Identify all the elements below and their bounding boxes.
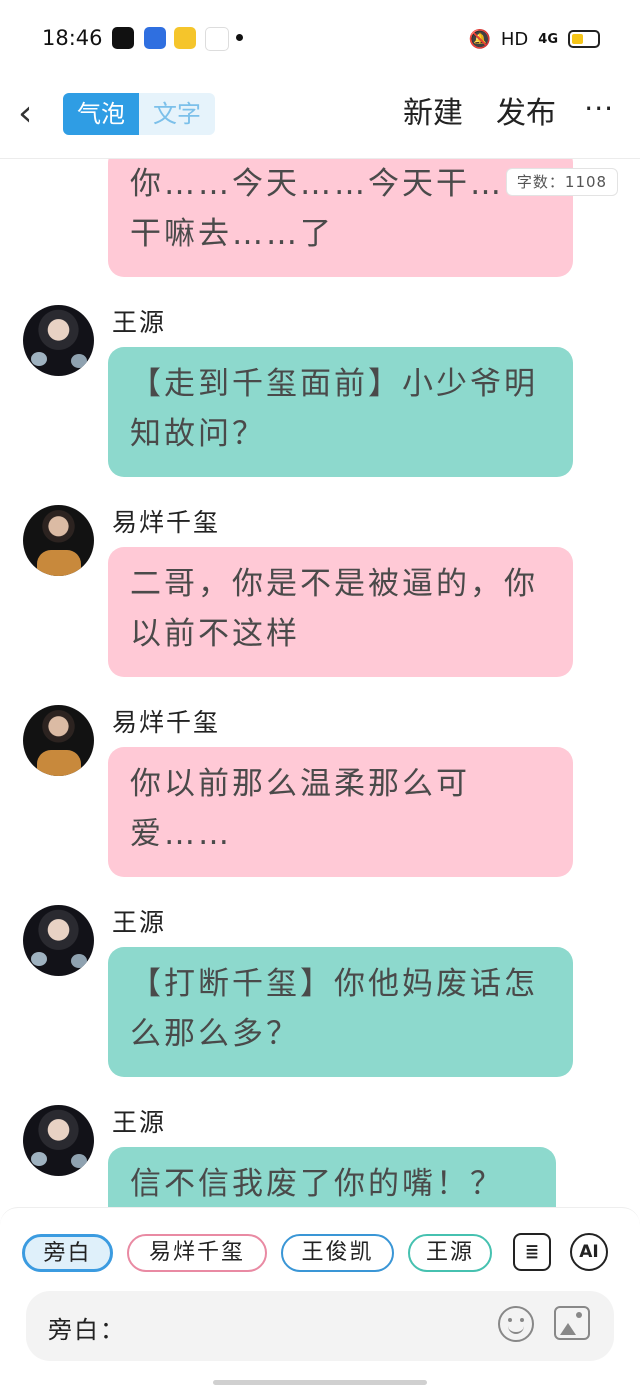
status-right: 🔕 HD 4G bbox=[468, 26, 600, 52]
notification-dot-icon bbox=[236, 34, 243, 41]
speaker-name: 易烊千玺 bbox=[112, 508, 221, 537]
app-header: ‹ 气泡 文字 新建 发布 ··· bbox=[0, 78, 640, 159]
ai-button[interactable]: AI bbox=[570, 1233, 608, 1271]
speaker-name: 易烊千玺 bbox=[112, 708, 221, 737]
avatar[interactable] bbox=[23, 705, 94, 776]
bell-mute-icon: 🔕 bbox=[468, 28, 491, 50]
58-icon bbox=[205, 27, 229, 51]
contact-card-icon[interactable]: ≣ bbox=[513, 1233, 551, 1271]
mode-switch: 气泡 文字 bbox=[63, 93, 215, 135]
network-label: HD bbox=[500, 28, 529, 50]
character-chip-wangyuan[interactable]: 王源 bbox=[408, 1234, 492, 1272]
notes-icon bbox=[174, 27, 196, 49]
speaker-name: 王源 bbox=[112, 1108, 167, 1137]
more-icon[interactable]: ··· bbox=[584, 92, 614, 125]
publish-button[interactable]: 发布 bbox=[496, 94, 556, 134]
input-speaker-label: 旁白： bbox=[48, 1316, 126, 1344]
character-chip-wangjunkai[interactable]: 王俊凯 bbox=[281, 1234, 394, 1272]
message-bubble[interactable]: 【打断千玺】你他妈废话怎么那么多？ bbox=[108, 947, 573, 1077]
message-input[interactable]: 旁白： bbox=[26, 1291, 614, 1361]
message-bubble[interactable]: 你……今天……今天干……干嘛去……了 bbox=[108, 159, 573, 277]
chat-area[interactable]: 你……今天……今天干……干嘛去……了 王源 【走到千玺面前】小少爷明知故问？ 易… bbox=[0, 159, 640, 1207]
message-bubble[interactable]: 你以前那么温柔那么可爱…… bbox=[108, 747, 573, 877]
message-bubble[interactable]: 【走到千玺面前】小少爷明知故问？ bbox=[108, 347, 573, 477]
tab-bubble[interactable]: 气泡 bbox=[63, 93, 139, 135]
character-chip-yiyangqianxi[interactable]: 易烊千玺 bbox=[127, 1234, 267, 1272]
baidu-icon bbox=[144, 27, 166, 49]
message-bubble[interactable]: 二哥，你是不是被逼的，你以前不这样 bbox=[108, 547, 573, 677]
avatar[interactable] bbox=[23, 1105, 94, 1176]
avatar[interactable] bbox=[23, 505, 94, 576]
tiktok-icon bbox=[112, 27, 134, 49]
signal-label: 4G bbox=[538, 31, 558, 47]
new-button[interactable]: 新建 bbox=[403, 94, 463, 134]
speaker-name: 王源 bbox=[112, 308, 167, 337]
avatar[interactable] bbox=[23, 305, 94, 376]
tab-text[interactable]: 文字 bbox=[139, 93, 215, 135]
status-time: 18:46 bbox=[42, 26, 103, 50]
input-panel: 旁白 易烊千玺 王俊凯 王源 ≣ AI 旁白： bbox=[0, 1207, 640, 1388]
emoji-icon[interactable] bbox=[498, 1306, 534, 1342]
speaker-name: 王源 bbox=[112, 908, 167, 937]
message-bubble[interactable]: 信不信我废了你的嘴！？ bbox=[108, 1147, 556, 1207]
status-bar: 18:46 🔕 HD 4G bbox=[0, 0, 640, 78]
battery-icon bbox=[568, 30, 600, 48]
back-icon[interactable]: ‹ bbox=[18, 94, 52, 134]
word-count-badge: 字数：1108 bbox=[506, 168, 618, 196]
avatar[interactable] bbox=[23, 905, 94, 976]
home-indicator[interactable] bbox=[213, 1380, 427, 1385]
character-chip-narrator[interactable]: 旁白 bbox=[22, 1234, 113, 1272]
image-icon[interactable] bbox=[554, 1306, 590, 1340]
